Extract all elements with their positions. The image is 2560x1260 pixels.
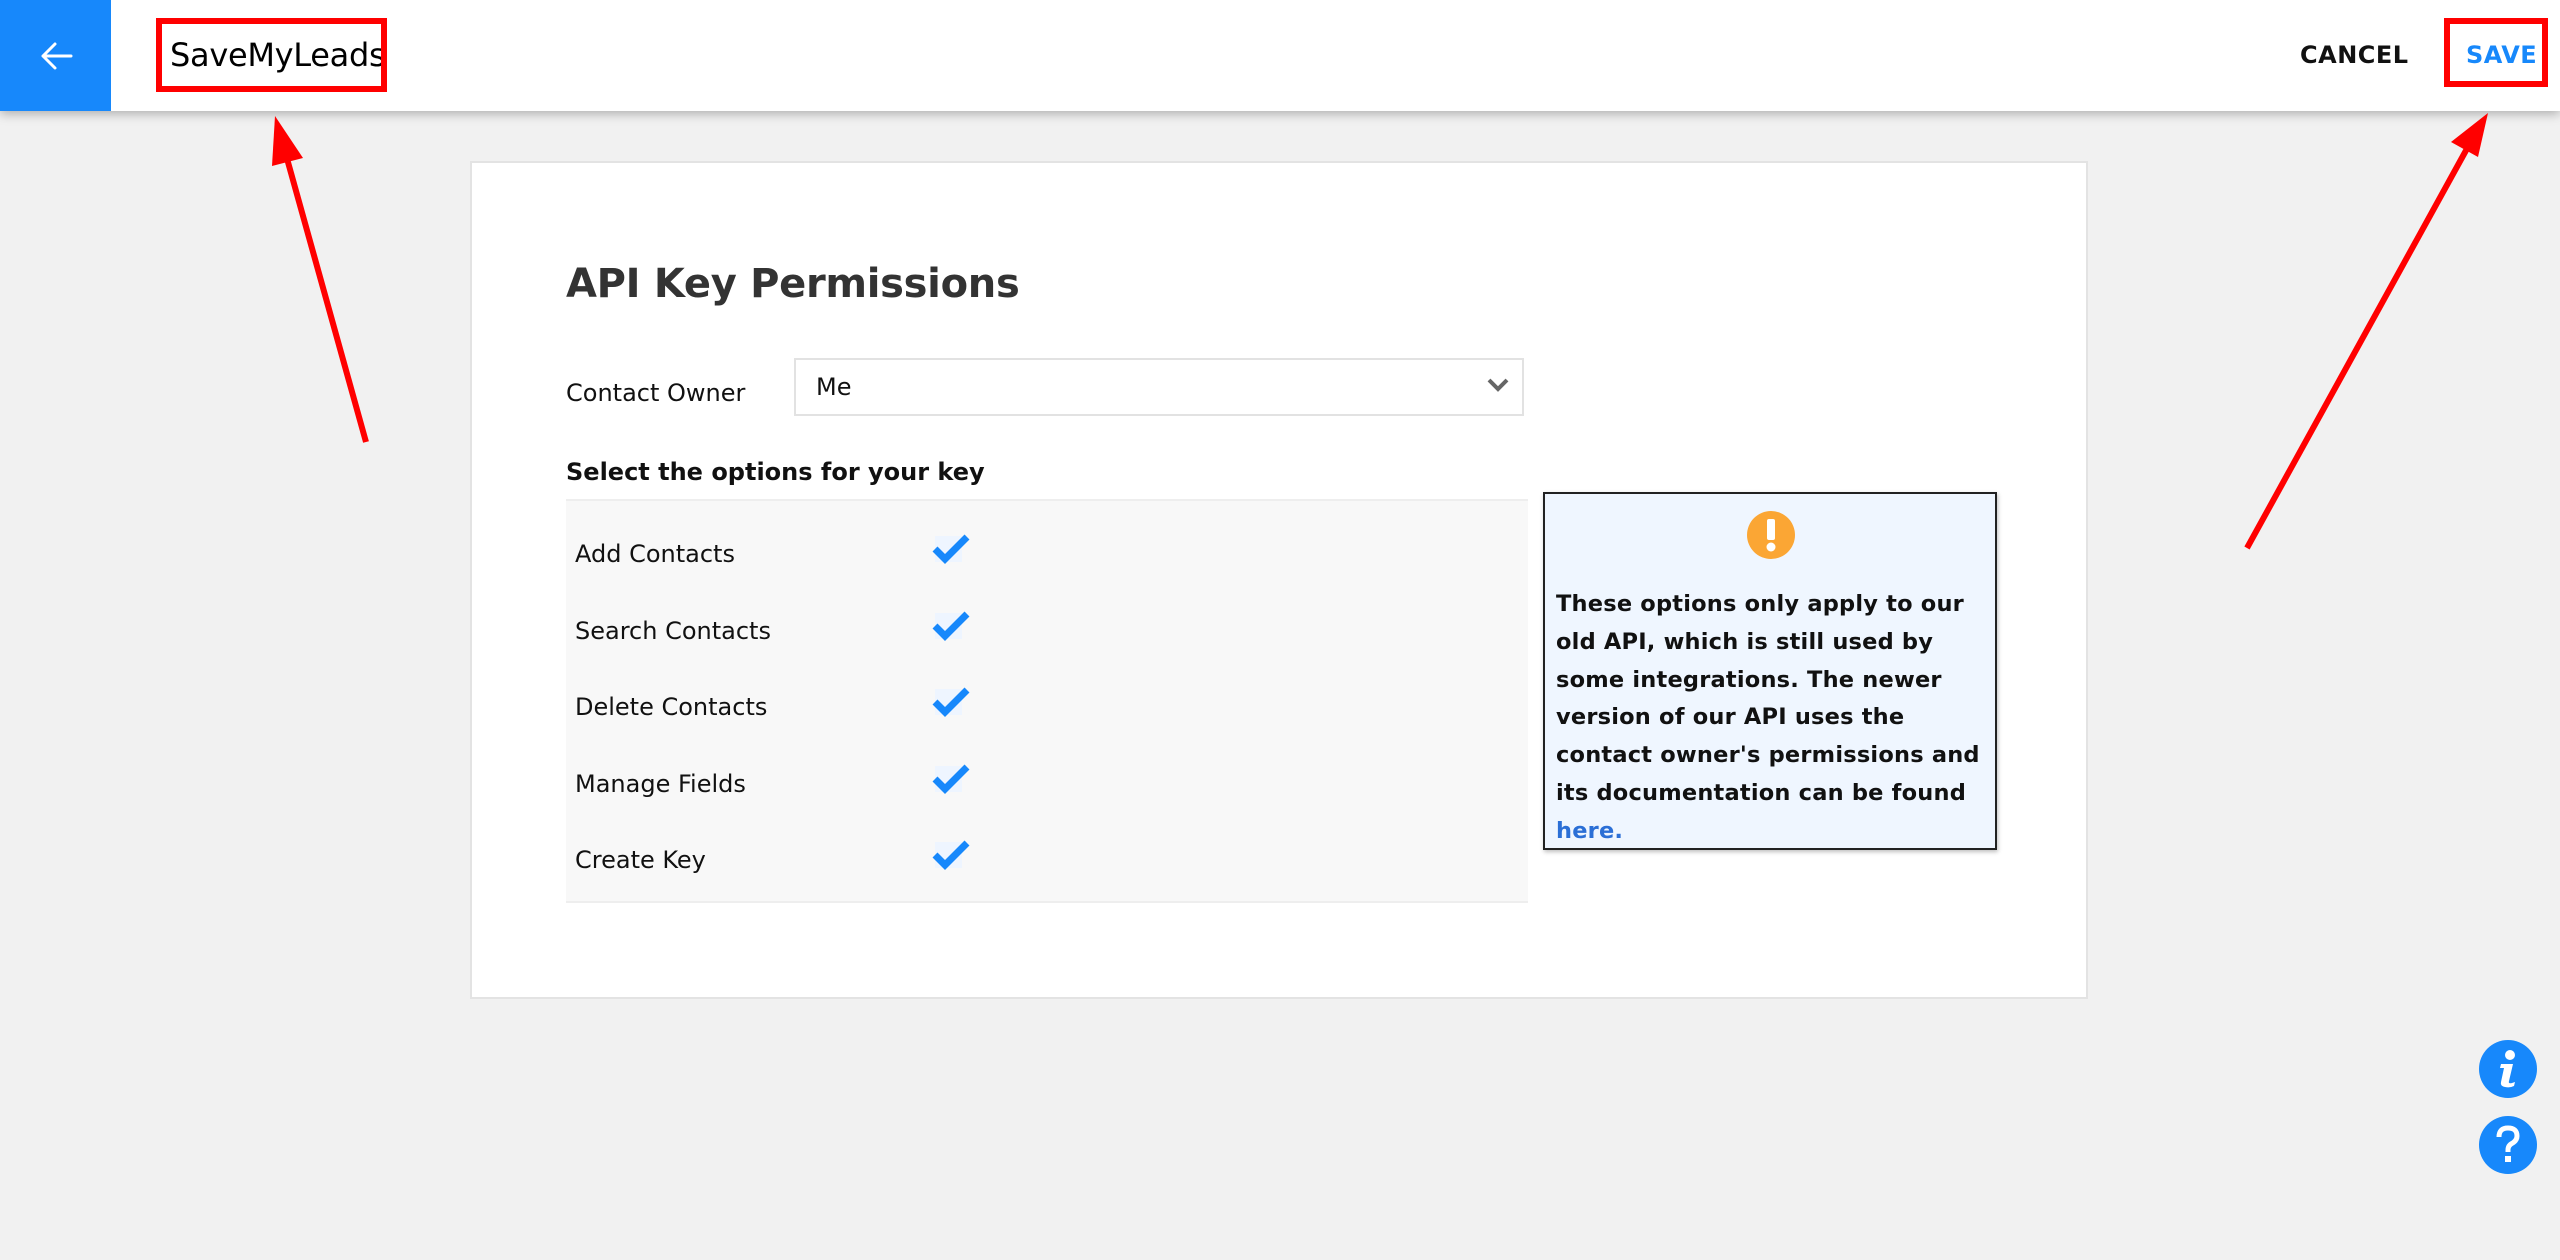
permission-row-manage-fields: Manage Fields bbox=[566, 753, 1528, 813]
permission-label: Search Contacts bbox=[575, 617, 771, 645]
permission-row-create-key: Create Key bbox=[566, 829, 1528, 889]
arrow-left-icon bbox=[41, 42, 72, 69]
api-key-permissions-card: API Key Permissions Contact Owner Me Sel… bbox=[470, 161, 2088, 999]
annotation-arrow-left bbox=[272, 116, 369, 443]
permission-checkbox[interactable] bbox=[932, 761, 970, 795]
permission-label: Create Key bbox=[575, 846, 706, 874]
permission-checkbox[interactable] bbox=[932, 531, 970, 565]
info-icon bbox=[2500, 1050, 2515, 1088]
contact-owner-select[interactable]: Me bbox=[794, 358, 1524, 416]
permission-label: Delete Contacts bbox=[575, 693, 768, 721]
app-title: SaveMyLeads bbox=[170, 36, 386, 74]
checkmark-icon bbox=[932, 687, 970, 717]
options-label: Select the options for your key bbox=[566, 458, 985, 486]
documentation-link[interactable]: here. bbox=[1556, 818, 1623, 844]
page-title: API Key Permissions bbox=[566, 261, 1020, 307]
permission-checkbox[interactable] bbox=[932, 684, 970, 718]
notice-text: These options only apply to our old API,… bbox=[1556, 586, 1986, 851]
permission-label: Manage Fields bbox=[575, 770, 746, 798]
save-button[interactable]: SAVE bbox=[2466, 30, 2537, 80]
permission-checkbox[interactable] bbox=[932, 608, 970, 642]
contact-owner-label: Contact Owner bbox=[566, 379, 746, 407]
permission-row-search-contacts: Search Contacts bbox=[566, 600, 1528, 660]
chevron-down-icon bbox=[1487, 378, 1509, 392]
permission-checkbox[interactable] bbox=[932, 837, 970, 871]
back-button[interactable] bbox=[0, 0, 111, 111]
info-button[interactable] bbox=[2479, 1040, 2537, 1098]
permission-label: Add Contacts bbox=[575, 540, 735, 568]
legacy-api-notice: These options only apply to our old API,… bbox=[1543, 492, 1997, 850]
contact-owner-value: Me bbox=[816, 373, 852, 401]
checkmark-icon bbox=[932, 764, 970, 794]
permission-row-add-contacts: Add Contacts bbox=[566, 523, 1528, 583]
checkmark-icon bbox=[932, 840, 970, 870]
permissions-list: Add Contacts Search Contacts Delete Cont… bbox=[566, 499, 1528, 903]
question-icon bbox=[2496, 1125, 2520, 1162]
annotation-arrow-right bbox=[2244, 113, 2488, 550]
permission-row-delete-contacts: Delete Contacts bbox=[566, 676, 1528, 736]
exclamation-circle-icon bbox=[1747, 511, 1795, 559]
top-bar: SaveMyLeads CANCEL SAVE bbox=[0, 0, 2560, 111]
checkmark-icon bbox=[932, 611, 970, 641]
cancel-button[interactable]: CANCEL bbox=[2300, 30, 2409, 80]
help-button[interactable] bbox=[2479, 1116, 2537, 1174]
notice-body: These options only apply to our old API,… bbox=[1556, 591, 1980, 806]
checkmark-icon bbox=[932, 534, 970, 564]
